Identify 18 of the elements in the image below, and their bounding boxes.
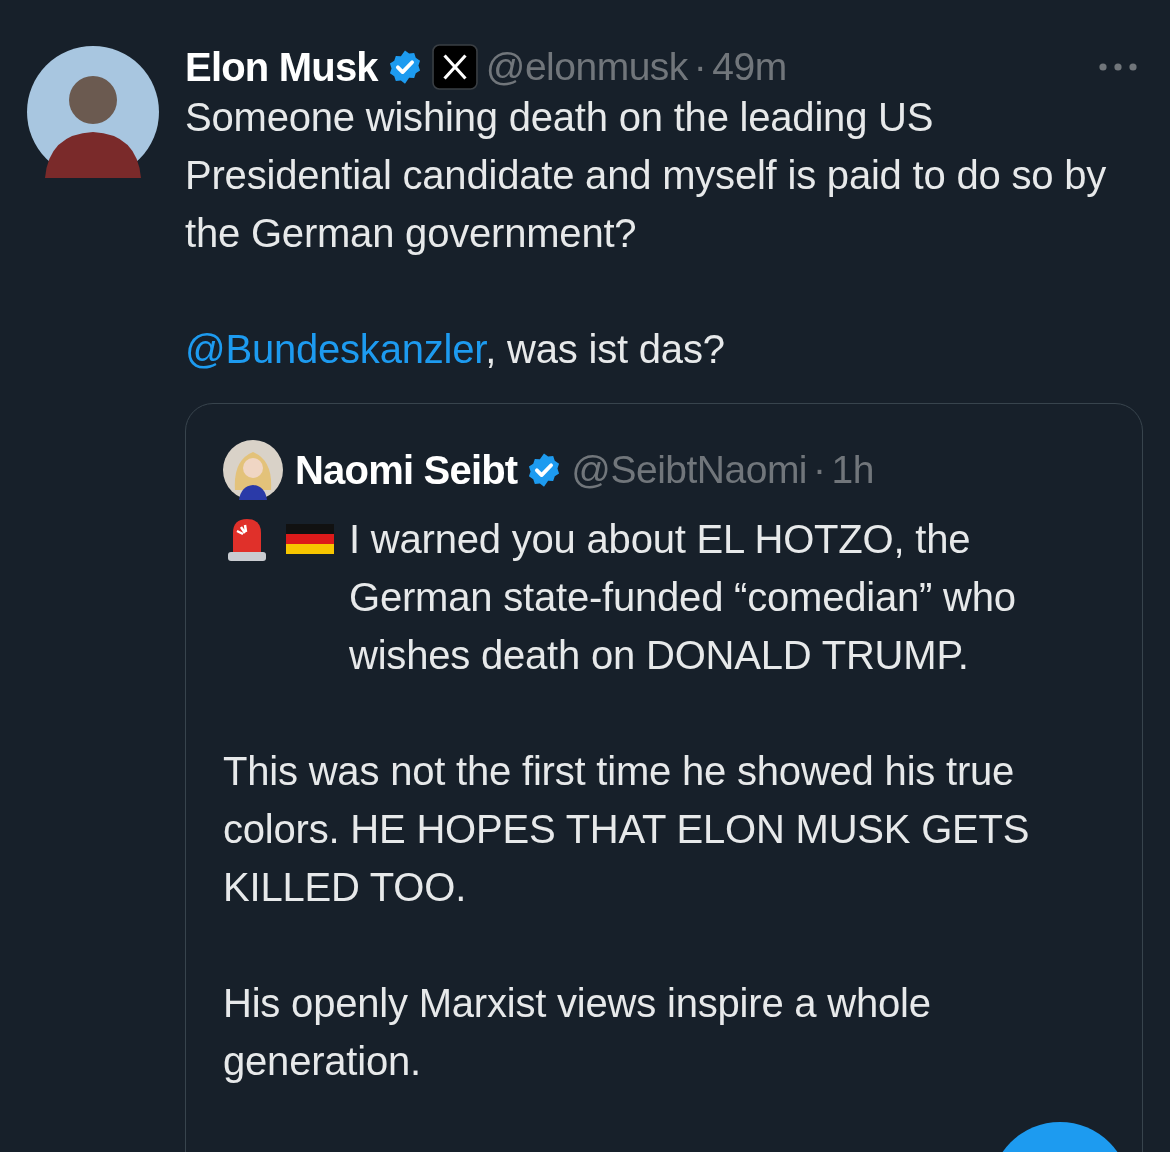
post-text: Someone wishing death on the leading US Presidential candidate and myself is paid to do so by the German government?: [185, 94, 1108, 257]
author-handle[interactable]: @elonmusk: [485, 45, 688, 89]
separator-dot: ·: [693, 45, 707, 89]
more-options-icon[interactable]: [1098, 62, 1138, 72]
avatar[interactable]: [223, 440, 283, 500]
author-handle: @SeibtNaomi: [571, 448, 808, 492]
post-time[interactable]: 49m: [712, 45, 787, 89]
separator-dot: ·: [813, 448, 826, 492]
post-text: , was ist das?: [485, 327, 725, 371]
post-time: 1h: [831, 448, 874, 492]
author-name[interactable]: Elon Musk: [185, 44, 378, 90]
post-text: This was not the first time he showed his true colors. HE HOPES THAT ELON MUSK GETS KILLED TOO.: [223, 748, 1031, 911]
flag-icon: [285, 524, 335, 554]
author-name[interactable]: Naomi Seibt: [295, 447, 518, 493]
avatar[interactable]: [27, 46, 159, 178]
mention-link[interactable]: @Bundeskanzler: [185, 327, 486, 371]
post-text: His openly Marxist views inspire a whole generation.: [223, 980, 932, 1085]
post-text: I warned you about EL HOTZO, the German state-funded “comedian” who wishes death on DONALD TRUMP.: [349, 516, 1017, 679]
